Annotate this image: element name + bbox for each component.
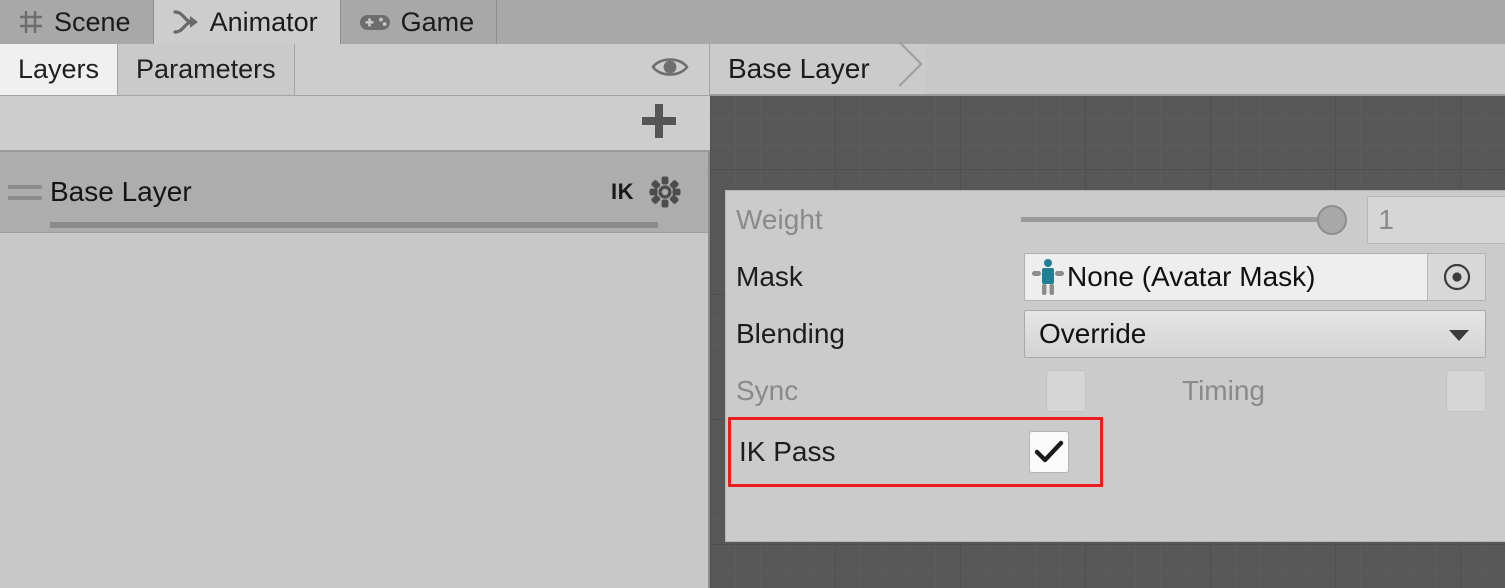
layers-toolbar: [0, 96, 710, 152]
tab-game[interactable]: Game: [340, 0, 498, 44]
subtab-parameters[interactable]: Parameters: [118, 44, 295, 95]
subtab-layers-label: Layers: [18, 54, 100, 84]
breadcrumb-label: Base Layer: [728, 53, 870, 84]
add-layer-button[interactable]: [638, 100, 680, 147]
subtab-layers[interactable]: Layers: [0, 44, 119, 95]
subtab-parameters-label: Parameters: [136, 54, 276, 84]
check-icon: [1034, 440, 1064, 463]
drag-handle-icon[interactable]: [8, 184, 42, 200]
avatar-mask-icon: [1031, 258, 1065, 296]
tab-scene-label: Scene: [54, 6, 131, 37]
layer-name-label: Base Layer: [50, 176, 192, 207]
ik-pass-row: IK Pass: [728, 417, 1103, 487]
sync-label: Sync: [736, 374, 799, 406]
layer-settings-popup: Weight 1 Mask None (Avatar Mask) Blendin…: [725, 190, 1505, 542]
layers-empty-area: [0, 294, 708, 588]
mask-label: Mask: [736, 260, 803, 292]
ik-pass-label: IK Pass: [739, 436, 836, 467]
blending-label: Blending: [736, 317, 845, 349]
breadcrumb-bar: Base Layer: [710, 44, 1505, 96]
grid-icon: [18, 9, 44, 35]
eye-icon[interactable]: [651, 54, 689, 85]
weight-slider-knob[interactable]: [1317, 204, 1348, 235]
timing-checkbox[interactable]: [1446, 369, 1486, 412]
tab-animator[interactable]: Animator: [153, 0, 341, 44]
layer-weight-bar: [50, 222, 658, 228]
blending-row: Blending Override: [726, 305, 1505, 362]
layers-parameters-subtabs: Layers Parameters: [0, 44, 710, 96]
weight-slider-track: [1020, 217, 1340, 222]
weight-label: Weight: [736, 203, 823, 235]
breadcrumb-base-layer[interactable]: Base Layer: [710, 44, 926, 94]
object-picker-icon[interactable]: [1427, 253, 1485, 300]
mask-row: Mask None (Avatar Mask): [726, 248, 1505, 305]
blending-value-label: Override: [1039, 317, 1147, 349]
gamepad-icon: [359, 11, 391, 33]
weight-slider[interactable]: [1020, 204, 1348, 235]
chevron-down-icon: [1447, 318, 1471, 350]
ik-pass-checkbox[interactable]: [1029, 431, 1069, 473]
weight-value-field[interactable]: 1: [1367, 195, 1505, 244]
sync-checkbox[interactable]: [1046, 369, 1086, 412]
tab-game-label: Game: [400, 6, 475, 37]
layer-list-item-base-layer[interactable]: Base Layer IK: [0, 152, 708, 233]
sync-timing-row: Sync Timing: [726, 362, 1505, 419]
timing-label: Timing: [1182, 374, 1265, 406]
tab-animator-label: Animator: [209, 6, 318, 37]
blending-dropdown[interactable]: Override: [1024, 309, 1486, 358]
layers-panel: Layers Parameters Base Layer IK: [0, 44, 710, 588]
weight-row: Weight 1: [726, 191, 1505, 248]
subtab-spacer: [294, 44, 710, 95]
tab-scene[interactable]: Scene: [0, 0, 154, 44]
animator-window: Scene Animator Game Layers Parameters Ba…: [0, 0, 1505, 588]
mask-object-field[interactable]: None (Avatar Mask): [1024, 252, 1486, 301]
mask-value-label: None (Avatar Mask): [1067, 260, 1316, 292]
editor-tab-strip: Scene Animator Game: [0, 0, 1505, 44]
layer-ik-label: IK: [611, 179, 634, 204]
gear-icon[interactable]: [648, 175, 682, 209]
animator-arrow-icon: [172, 9, 200, 35]
